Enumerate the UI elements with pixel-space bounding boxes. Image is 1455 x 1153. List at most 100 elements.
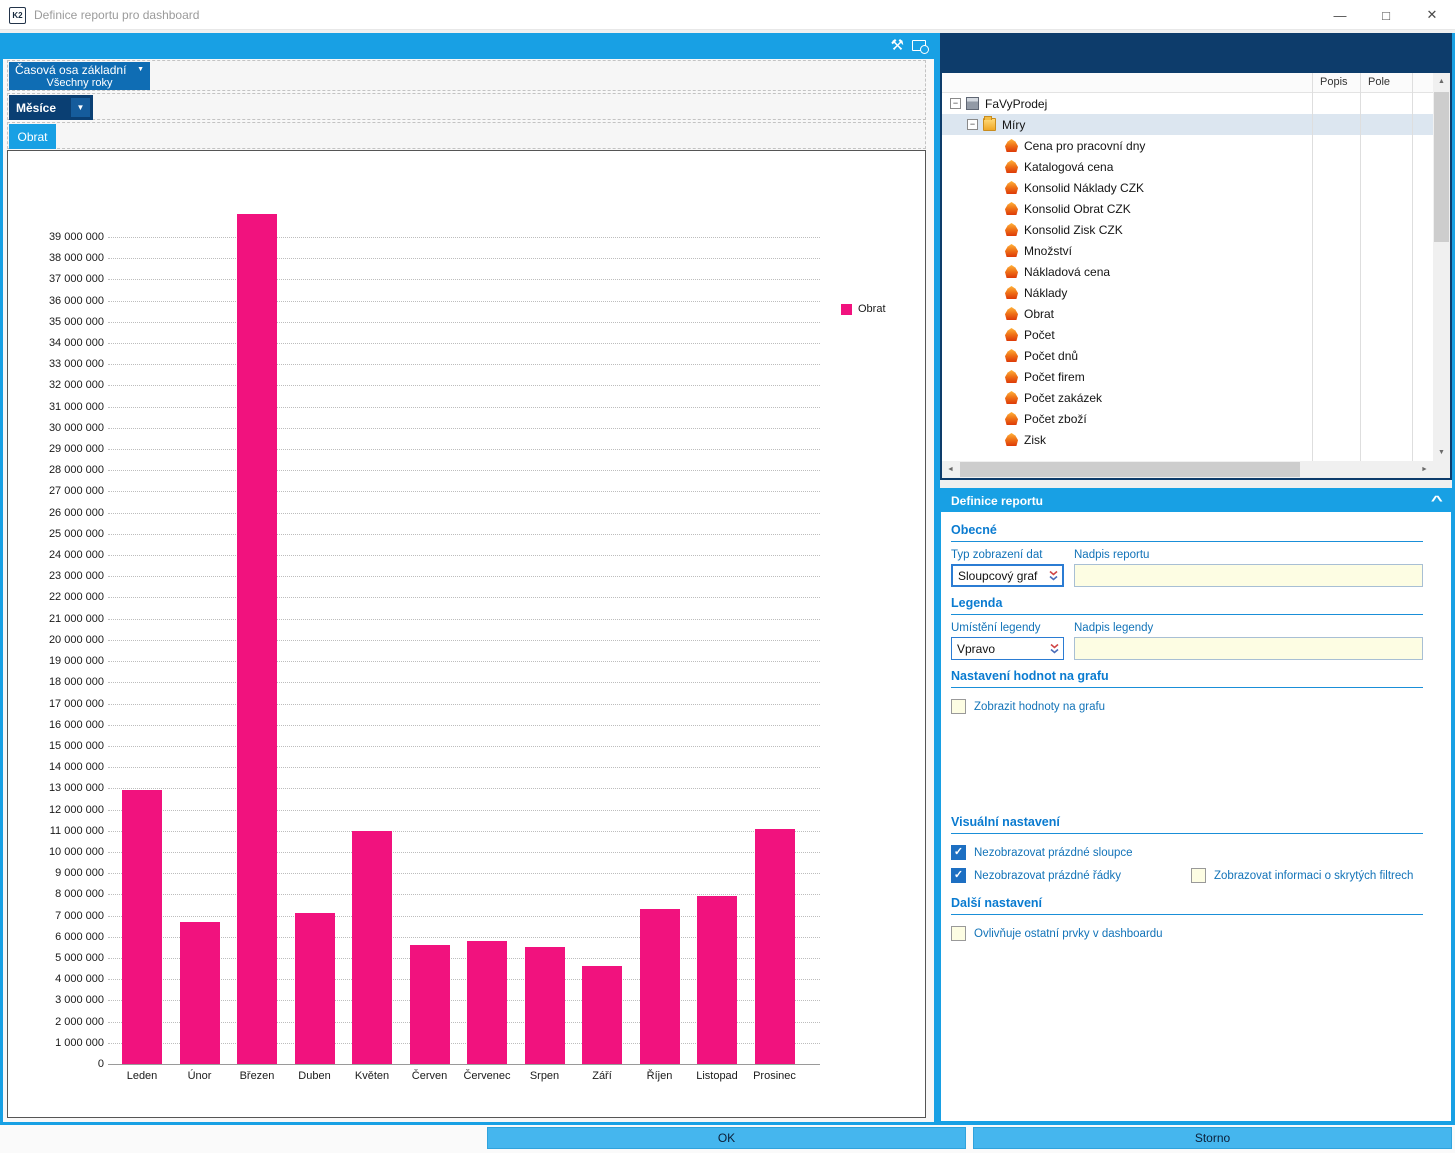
time-axis-value: Všechny roky: [46, 77, 113, 89]
maximize-button[interactable]: □: [1363, 0, 1409, 30]
tree-item[interactable]: Zisk: [942, 429, 1433, 450]
checkbox-unchecked[interactable]: [951, 699, 966, 714]
checkbox-row[interactable]: ✓ Nezobrazovat prázdné sloupce: [951, 845, 1191, 860]
collapse-chevron-icon[interactable]: ^: [1431, 493, 1443, 508]
scroll-down-icon[interactable]: ▼: [1433, 444, 1450, 461]
title-bar: K2 Definice reportu pro dashboard — □ ✕: [0, 0, 1455, 30]
bar-Červen[interactable]: [409, 945, 450, 1064]
tree-item[interactable]: Konsolid Zisk CZK: [942, 219, 1433, 240]
tree-item[interactable]: Katalogová cena: [942, 156, 1433, 177]
checkbox-unchecked[interactable]: [951, 926, 966, 941]
tree-item[interactable]: − FaVyProdej: [942, 93, 1433, 114]
report-title-input[interactable]: [1074, 564, 1423, 587]
bar-Únor[interactable]: [179, 921, 220, 1064]
scrollbar-thumb[interactable]: [1434, 92, 1449, 242]
bar-Květen[interactable]: [352, 830, 392, 1064]
measure-dropzone[interactable]: Obrat: [7, 122, 926, 149]
y-tick-label: 4 000 000: [55, 973, 104, 986]
tree-item[interactable]: Počet zakázek: [942, 387, 1433, 408]
report-definition-header[interactable]: Definice reportu ^: [941, 489, 1451, 512]
scroll-up-icon[interactable]: ▲: [1433, 73, 1450, 90]
gridline: [108, 533, 820, 535]
scroll-left-icon[interactable]: ◄: [942, 461, 959, 478]
time-axis-button[interactable]: Časová osa základní ▼ Všechny roky: [9, 62, 150, 90]
dalsi-checkboxes: Ovlivňuje ostatní prvky v dashboardu: [951, 922, 1423, 946]
time-axis-dropzone[interactable]: Časová osa základní ▼ Všechny roky: [7, 60, 926, 91]
minimize-button[interactable]: —: [1317, 0, 1363, 30]
bar-Prosinec[interactable]: [754, 828, 795, 1064]
checkbox-row[interactable]: Ovlivňuje ostatní prvky v dashboardu: [951, 926, 1163, 941]
scroll-right-icon[interactable]: ►: [1416, 461, 1433, 478]
tree-item[interactable]: Konsolid Obrat CZK: [942, 198, 1433, 219]
section-obecne: Obecné Typ zobrazení dat Sloupcový graf …: [951, 523, 1423, 587]
storno-button[interactable]: Storno: [973, 1127, 1452, 1149]
tree-item-label: Konsolid Zisk CZK: [1024, 222, 1123, 237]
tree-item-label: FaVyProdej: [985, 96, 1048, 111]
measure-icon: [1005, 349, 1018, 362]
close-button[interactable]: ✕: [1409, 0, 1455, 30]
ok-button[interactable]: OK: [487, 1127, 966, 1149]
customize-icon[interactable]: ⚒: [891, 37, 904, 55]
measure-tab-obrat[interactable]: Obrat: [9, 124, 56, 149]
checkbox-checked[interactable]: ✓: [951, 845, 966, 860]
legend-title-input[interactable]: [1074, 637, 1423, 660]
bar-Březen[interactable]: [237, 213, 277, 1064]
y-tick-label: 9 000 000: [55, 867, 104, 880]
book-icon: [966, 97, 979, 110]
gridline: [108, 597, 820, 599]
checkbox-unchecked[interactable]: [1191, 868, 1206, 883]
chart-type-dropdown[interactable]: Sloupcový graf: [951, 564, 1064, 587]
tree-item[interactable]: Počet dnů: [942, 345, 1433, 366]
time-axis-label: Časová osa základní: [15, 62, 127, 77]
column-header-popis[interactable]: Popis: [1320, 76, 1348, 88]
chart-panel: ⚒ Časová osa základní ▼ Všechny roky Měs…: [3, 33, 934, 1122]
bar-Říjen[interactable]: [639, 909, 680, 1064]
field-tree-panel: Popis Pole − FaVyProdej − Míry Cena pro prac…: [940, 33, 1452, 480]
checkbox-row[interactable]: Zobrazit hodnoty na grafu: [951, 699, 1105, 714]
chevron-down-icon: ▼: [71, 98, 90, 117]
bar-Srpen[interactable]: [524, 947, 565, 1064]
y-tick-label: 6 000 000: [55, 930, 104, 943]
vertical-scrollbar[interactable]: ▲ ▼: [1433, 73, 1450, 461]
tree-item[interactable]: Obrat: [942, 303, 1433, 324]
tree-item[interactable]: Počet zboží: [942, 408, 1433, 429]
bar-Listopad[interactable]: [697, 896, 737, 1064]
tree-item[interactable]: Množství: [942, 240, 1433, 261]
legend-position-dropdown[interactable]: Vpravo: [951, 637, 1064, 660]
column-axis-dropzone[interactable]: Měsíce ▼: [7, 93, 926, 120]
y-tick-label: 38 000 000: [48, 252, 104, 265]
checkbox-checked[interactable]: ✓: [951, 868, 966, 883]
collapse-icon[interactable]: −: [950, 98, 961, 109]
horizontal-scrollbar[interactable]: ◄ ►: [942, 461, 1433, 478]
field-label: Typ zobrazení dat: [951, 549, 1043, 561]
column-header-pole[interactable]: Pole: [1368, 76, 1390, 88]
display-settings-icon[interactable]: [912, 40, 929, 54]
combo-arrows-icon: [1050, 643, 1059, 654]
checkbox-label: Ovlivňuje ostatní prvky v dashboardu: [974, 927, 1163, 940]
gridline: [108, 512, 820, 514]
gridline: [108, 830, 820, 832]
checkbox-label: Nezobrazovat prázdné řádky: [974, 869, 1122, 882]
bar-Červenec[interactable]: [467, 941, 507, 1064]
tree-item[interactable]: Konsolid Náklady CZK: [942, 177, 1433, 198]
gridline: [108, 661, 820, 663]
scrollbar-corner: [1433, 461, 1450, 478]
tree-item[interactable]: − Míry: [942, 114, 1433, 135]
tree-item[interactable]: Počet firem: [942, 366, 1433, 387]
scrollbar-thumb[interactable]: [960, 462, 1300, 477]
measure-icon: [1005, 265, 1018, 278]
app-icon: K2: [9, 7, 26, 24]
tree-item[interactable]: Nákladová cena: [942, 261, 1433, 282]
months-button[interactable]: Měsíce ▼: [9, 95, 93, 120]
collapse-icon[interactable]: −: [967, 119, 978, 130]
tree-item[interactable]: Počet: [942, 324, 1433, 345]
y-tick-label: 5 000 000: [55, 951, 104, 964]
tree-item[interactable]: Náklady: [942, 282, 1433, 303]
bar-Září[interactable]: [582, 966, 622, 1064]
checkbox-row[interactable]: Zobrazovat informaci o skrytých filtrech: [1191, 868, 1413, 883]
bar-Leden[interactable]: [122, 790, 162, 1064]
checkbox-row[interactable]: ✓ Nezobrazovat prázdné řádky: [951, 868, 1191, 883]
tree-item[interactable]: Cena pro pracovní dny: [942, 135, 1433, 156]
bar-Duben[interactable]: [294, 913, 335, 1064]
section-rule: [951, 687, 1423, 688]
